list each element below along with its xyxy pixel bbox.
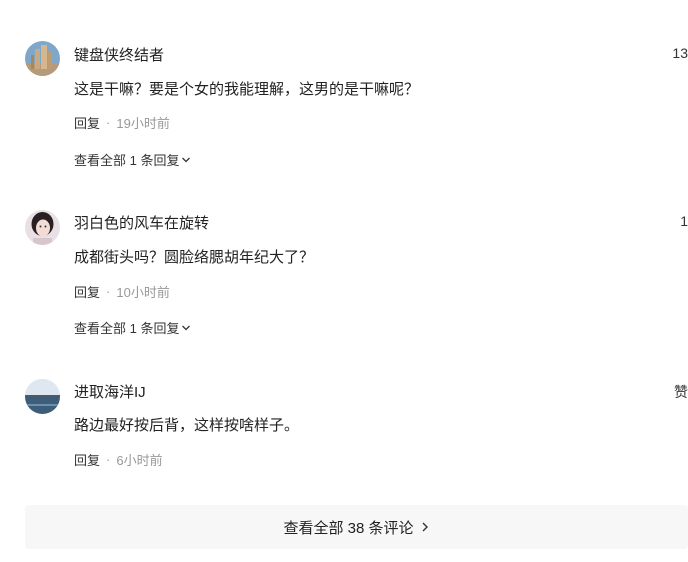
avatar-image	[25, 210, 60, 245]
timestamp: 10小时前	[116, 285, 170, 300]
avatar[interactable]	[25, 41, 60, 76]
comment-section: 键盘侠终结者 13 这是干嘛？要是个女的我能理解，这男的是干嘛呢？ 回复 · 1…	[0, 0, 688, 562]
chevron-down-icon	[182, 325, 191, 330]
comment-meta: 回复 · 19小时前	[74, 113, 170, 132]
timestamp: 19小时前	[116, 116, 170, 131]
avatar-image	[25, 379, 60, 414]
like-button[interactable]: 赞	[674, 382, 688, 402]
separator-dot: ·	[106, 115, 111, 130]
comment-meta: 回复 · 6小时前	[74, 450, 163, 469]
separator-dot: ·	[106, 452, 111, 467]
separator-dot: ·	[106, 284, 111, 299]
view-all-comments-button[interactable]: 查看全部 38 条评论	[25, 505, 688, 549]
view-replies-button[interactable]: 查看全部 1 条回复	[74, 318, 191, 337]
view-replies-label: 查看全部 1 条回复	[74, 321, 180, 336]
like-count[interactable]: 1	[680, 213, 688, 229]
chevron-right-icon	[422, 522, 428, 532]
reply-button[interactable]: 回复	[74, 282, 100, 301]
comment-meta: 回复 · 10小时前	[74, 282, 170, 301]
reply-button[interactable]: 回复	[74, 113, 100, 132]
comment-text: 成都街头吗？圆脸络腮胡年纪大了？	[74, 249, 315, 266]
chevron-down-icon	[182, 157, 191, 162]
reply-button[interactable]: 回复	[74, 450, 100, 469]
username[interactable]: 键盘侠终结者	[74, 44, 164, 65]
view-replies-label: 查看全部 1 条回复	[74, 153, 180, 168]
avatar-image	[25, 41, 60, 76]
avatar[interactable]	[25, 379, 60, 414]
username[interactable]: 进取海洋IJ	[74, 381, 146, 402]
view-replies-button[interactable]: 查看全部 1 条回复	[74, 150, 191, 169]
avatar[interactable]	[25, 210, 60, 245]
comment-text: 这是干嘛？要是个女的我能理解，这男的是干嘛呢？	[74, 81, 420, 98]
timestamp: 6小时前	[116, 453, 163, 468]
view-all-label: 查看全部 38 条评论	[283, 519, 414, 537]
comment-text: 路边最好按后背，这样按啥样子。	[74, 417, 300, 434]
like-count[interactable]: 13	[672, 45, 688, 61]
username[interactable]: 羽白色的风车在旋转	[74, 212, 209, 233]
